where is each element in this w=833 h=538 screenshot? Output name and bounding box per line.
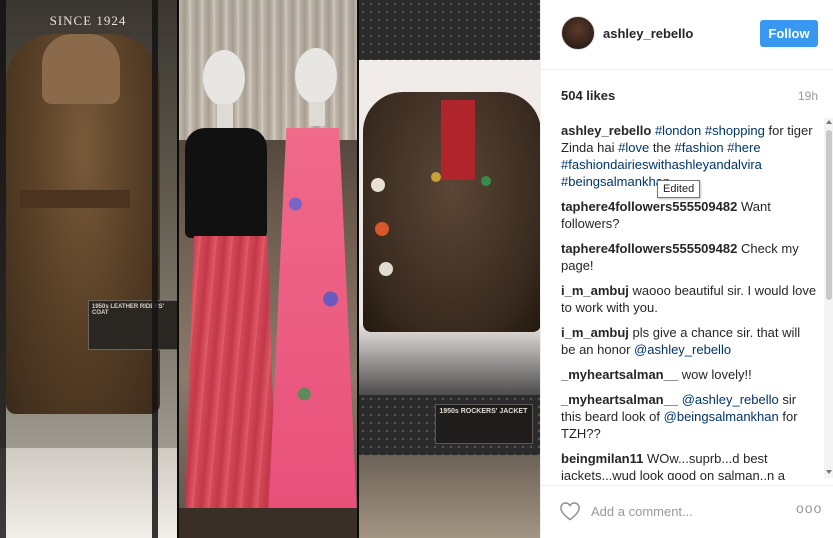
- hashtag-link[interactable]: #fashion: [675, 140, 724, 155]
- comment-username[interactable]: taphere4followers555509482: [561, 241, 737, 256]
- mention-link[interactable]: @ashley_rebello: [634, 342, 731, 357]
- follow-button[interactable]: Follow: [760, 20, 818, 47]
- since-sign: SINCE 1924: [49, 13, 127, 28]
- jacket-lining: [441, 100, 476, 180]
- comment: taphere4followers555509482 Want follower…: [561, 198, 818, 232]
- pegboard-wall: [359, 0, 540, 60]
- heart-icon[interactable]: [559, 501, 581, 521]
- comment-username[interactable]: i_m_ambuj: [561, 283, 629, 298]
- photo-panel-coat: SINCE 1924 1950s LEATHER RIDERS' COAT: [0, 0, 177, 538]
- comment: beingmilan11 WOw...suprb...d best jacket…: [561, 450, 818, 480]
- post-sidebar: ashley_rebello Follow 504 likes 19h ashl…: [540, 0, 833, 538]
- hashtag-link[interactable]: #london: [655, 123, 701, 138]
- hashtag-link[interactable]: #love: [618, 140, 649, 155]
- comment: i_m_ambuj pls give a chance sir. that wi…: [561, 324, 818, 358]
- photo-panel-jacket: 1950s ROCKERS' JACKET: [359, 0, 540, 538]
- scroll-down-arrow-icon[interactable]: [826, 470, 832, 474]
- comment-username[interactable]: taphere4followers555509482: [561, 199, 737, 214]
- black-sequin-top: [184, 128, 267, 238]
- scroll-thumb[interactable]: [826, 130, 832, 300]
- comment: taphere4followers555509482 Check my page…: [561, 240, 818, 274]
- instagram-post: SINCE 1924 1950s LEATHER RIDERS' COAT 19…: [0, 0, 833, 538]
- jacket-plaque: 1950s ROCKERS' JACKET: [435, 404, 534, 444]
- comment-username[interactable]: _myheartsalman__: [561, 367, 678, 382]
- more-options-icon[interactable]: ooo: [796, 500, 822, 516]
- hashtag-link[interactable]: #shopping: [705, 123, 765, 138]
- post-header: ashley_rebello Follow: [541, 0, 833, 70]
- caption-username[interactable]: ashley_rebello: [561, 123, 651, 138]
- mannequin-neck: [308, 102, 325, 126]
- jacket-plaque-title: 1950s ROCKERS' JACKET: [439, 408, 528, 415]
- coat-plaque: 1950s LEATHER RIDERS' COAT: [88, 300, 177, 350]
- hashtag-link[interactable]: #fashiondairieswithashleyandalvira: [561, 157, 762, 172]
- edited-tooltip: Edited: [657, 180, 701, 198]
- add-comment-input[interactable]: [591, 502, 781, 520]
- comments-scrollbar[interactable]: [824, 118, 833, 478]
- username-link[interactable]: ashley_rebello: [603, 26, 693, 41]
- hashtag-link[interactable]: #beingsalmankhan: [561, 174, 670, 189]
- mention-link[interactable]: @beingsalmankhan: [664, 409, 779, 424]
- glass-frame: [152, 0, 158, 538]
- floor: [178, 508, 358, 538]
- mannequin-head: [202, 50, 245, 106]
- avatar[interactable]: [561, 16, 595, 50]
- post-stats: 504 likes 19h: [541, 70, 833, 115]
- comments-list[interactable]: ashley_rebello #london #shopping for tig…: [561, 122, 818, 480]
- comment-username[interactable]: _myheartsalman__: [561, 392, 678, 407]
- comment: i_m_ambuj waooo beautiful sir. I would l…: [561, 282, 818, 316]
- photo-panel-dresses: [178, 0, 358, 538]
- scroll-up-arrow-icon[interactable]: [826, 120, 832, 124]
- pink-floral-dress: [268, 128, 357, 508]
- post-photo[interactable]: SINCE 1924 1950s LEATHER RIDERS' COAT 19…: [0, 0, 540, 538]
- comment-username[interactable]: i_m_ambuj: [561, 325, 629, 340]
- coat-collar: [42, 34, 120, 104]
- mannequin-neck: [216, 104, 233, 128]
- comment-footer: ooo: [541, 485, 833, 538]
- coat-plaque-title: 1950s LEATHER RIDERS' COAT: [92, 304, 165, 316]
- display-case: [359, 455, 540, 538]
- comment: _myheartsalman__ wow lovely!!: [561, 366, 818, 383]
- caption-text: the: [652, 140, 671, 155]
- comment-username[interactable]: beingmilan11: [561, 451, 643, 466]
- post-time[interactable]: 19h: [798, 89, 818, 103]
- hashtag-link[interactable]: #here: [727, 140, 760, 155]
- mention-link[interactable]: @ashley_rebello: [682, 392, 779, 407]
- glass-frame: [0, 0, 6, 538]
- floor: [0, 448, 177, 538]
- comment-text: wow lovely!!: [681, 367, 752, 382]
- mannequin-head: [294, 48, 337, 104]
- likes-count[interactable]: 504 likes: [561, 88, 615, 103]
- comment: _myheartsalman__ @ashley_rebello sir thi…: [561, 391, 818, 442]
- red-pleated-skirt: [184, 236, 277, 526]
- coat-belt: [20, 190, 130, 208]
